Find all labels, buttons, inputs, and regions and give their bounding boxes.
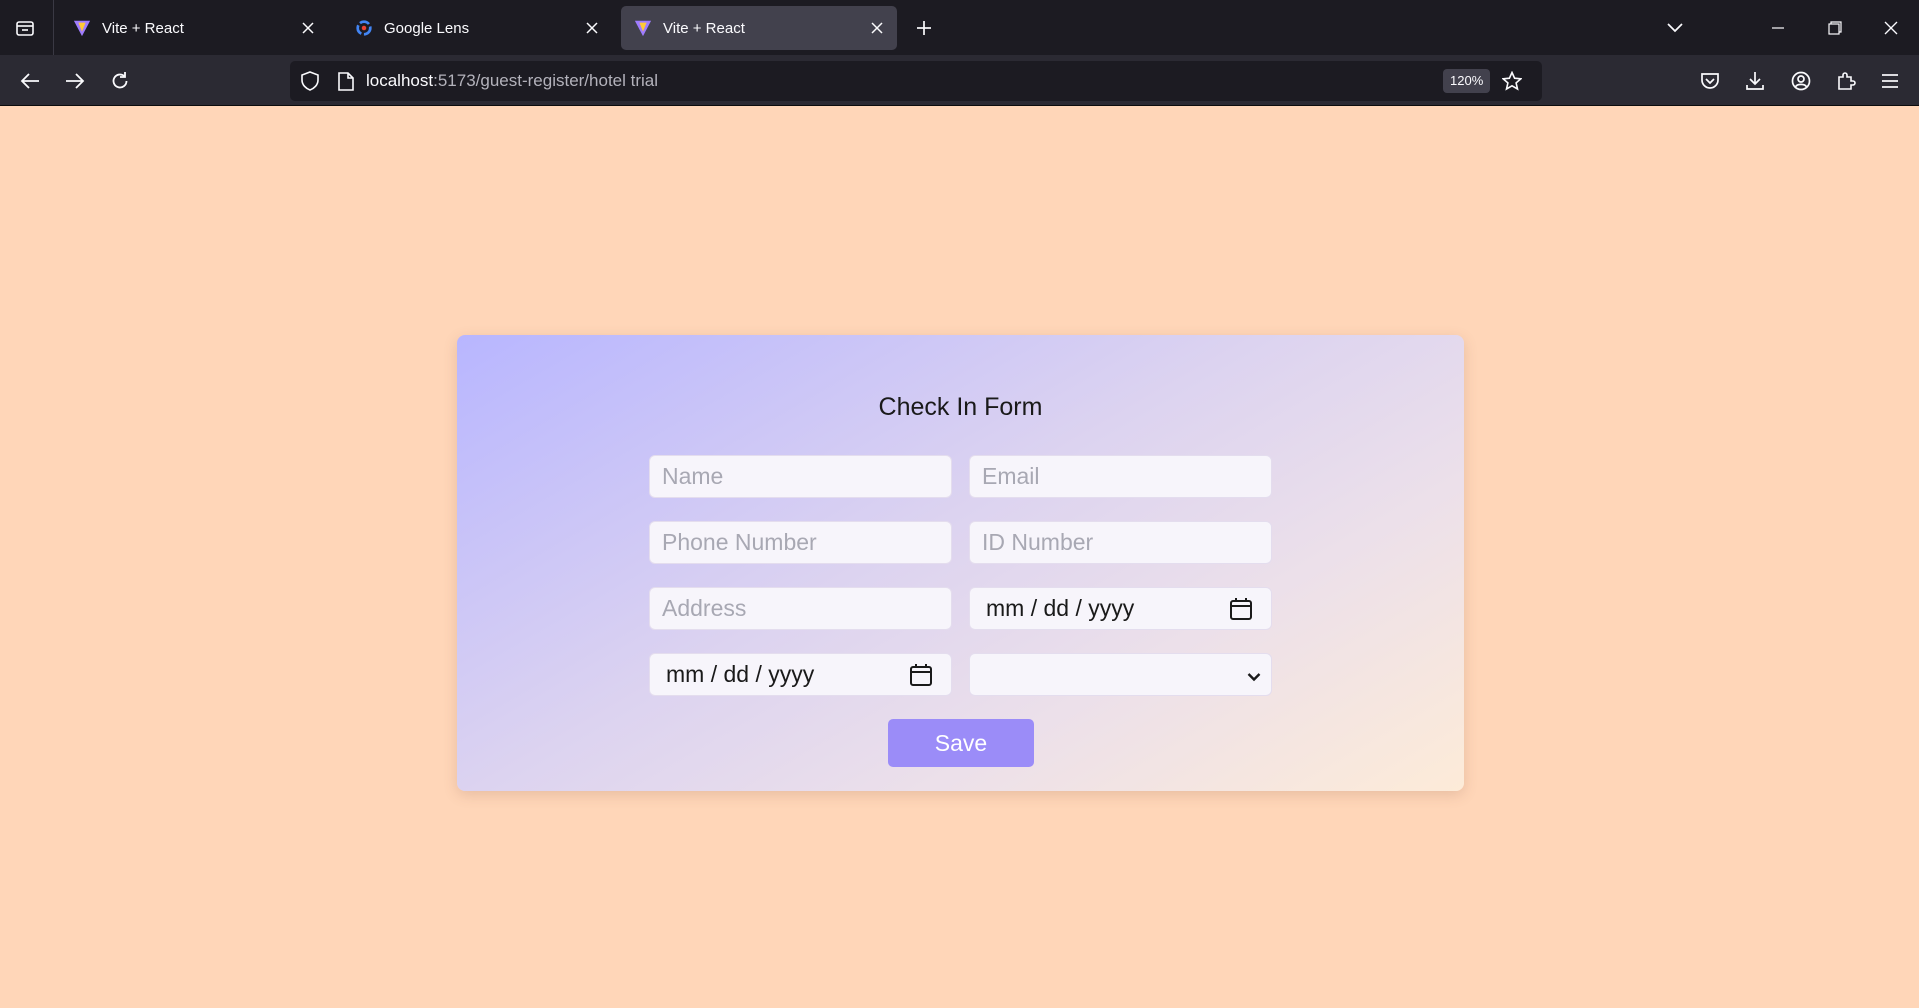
email-input[interactable] — [969, 455, 1272, 498]
firefox-view-icon[interactable] — [10, 14, 40, 42]
reload-icon[interactable] — [104, 65, 136, 97]
date-input-2[interactable]: mm / dd / yyyy — [649, 653, 952, 696]
browser-tab-bar: Vite + React Google Lens Vite + React — [0, 0, 1919, 55]
restore-icon[interactable] — [1820, 13, 1850, 43]
back-arrow-icon[interactable] — [14, 65, 46, 97]
form-title: Check In Form — [878, 393, 1043, 421]
name-input[interactable] — [649, 455, 952, 498]
close-window-icon[interactable] — [1876, 13, 1906, 43]
tab-vite-react-1[interactable]: Vite + React — [60, 6, 328, 50]
date-placeholder: mm / dd / yyyy — [986, 595, 1135, 621]
minimize-icon[interactable] — [1763, 13, 1793, 43]
new-tab-icon[interactable] — [910, 14, 938, 42]
save-button[interactable]: Save — [888, 719, 1034, 767]
pocket-icon[interactable] — [1694, 65, 1726, 97]
date-placeholder: mm / dd / yyyy — [666, 661, 815, 687]
vite-logo-icon — [72, 18, 92, 38]
room-type-select[interactable] — [969, 653, 1272, 696]
app-menu-hamburger-icon[interactable] — [1874, 65, 1906, 97]
url-text[interactable]: localhost:5173/guest-register/hotel tria… — [366, 71, 658, 91]
address-bar[interactable]: localhost:5173/guest-register/hotel tria… — [290, 61, 1542, 101]
tab-google-lens[interactable]: Google Lens — [342, 6, 612, 50]
vite-logo-icon — [633, 18, 653, 38]
google-lens-icon — [354, 18, 374, 38]
browser-nav-bar: localhost:5173/guest-register/hotel tria… — [0, 55, 1919, 106]
tab-title: Vite + React — [102, 19, 184, 37]
url-host: localhost — [366, 71, 434, 90]
close-tab-icon[interactable] — [865, 16, 889, 40]
close-tab-icon[interactable] — [296, 16, 320, 40]
calendar-icon[interactable] — [905, 659, 937, 691]
tab-vite-react-active[interactable]: Vite + React — [621, 6, 897, 50]
url-path: :5173/guest-register/hotel trial — [433, 71, 659, 90]
zoom-level-badge[interactable]: 120% — [1443, 69, 1491, 93]
forward-arrow-icon[interactable] — [59, 65, 91, 97]
tab-title: Vite + React — [663, 19, 745, 37]
tracking-protection-shield-icon[interactable] — [297, 68, 323, 94]
calendar-icon[interactable] — [1225, 593, 1257, 625]
account-icon[interactable] — [1785, 65, 1817, 97]
bookmark-star-icon[interactable] — [1498, 67, 1526, 95]
page-info-icon[interactable] — [333, 68, 359, 94]
close-tab-icon[interactable] — [580, 16, 604, 40]
address-input[interactable] — [649, 587, 952, 630]
check-in-form-card: Check In Form mm / dd / yyyy mm / dd / y… — [457, 335, 1464, 791]
downloads-icon[interactable] — [1739, 65, 1771, 97]
extensions-icon[interactable] — [1830, 65, 1862, 97]
tab-separator — [53, 0, 54, 55]
chevron-down-icon — [1247, 661, 1261, 688]
date-input-1[interactable]: mm / dd / yyyy — [969, 587, 1272, 630]
phone-number-input[interactable] — [649, 521, 952, 564]
tab-title: Google Lens — [384, 19, 470, 37]
id-number-input[interactable] — [969, 521, 1272, 564]
list-all-tabs-icon[interactable] — [1660, 13, 1690, 43]
